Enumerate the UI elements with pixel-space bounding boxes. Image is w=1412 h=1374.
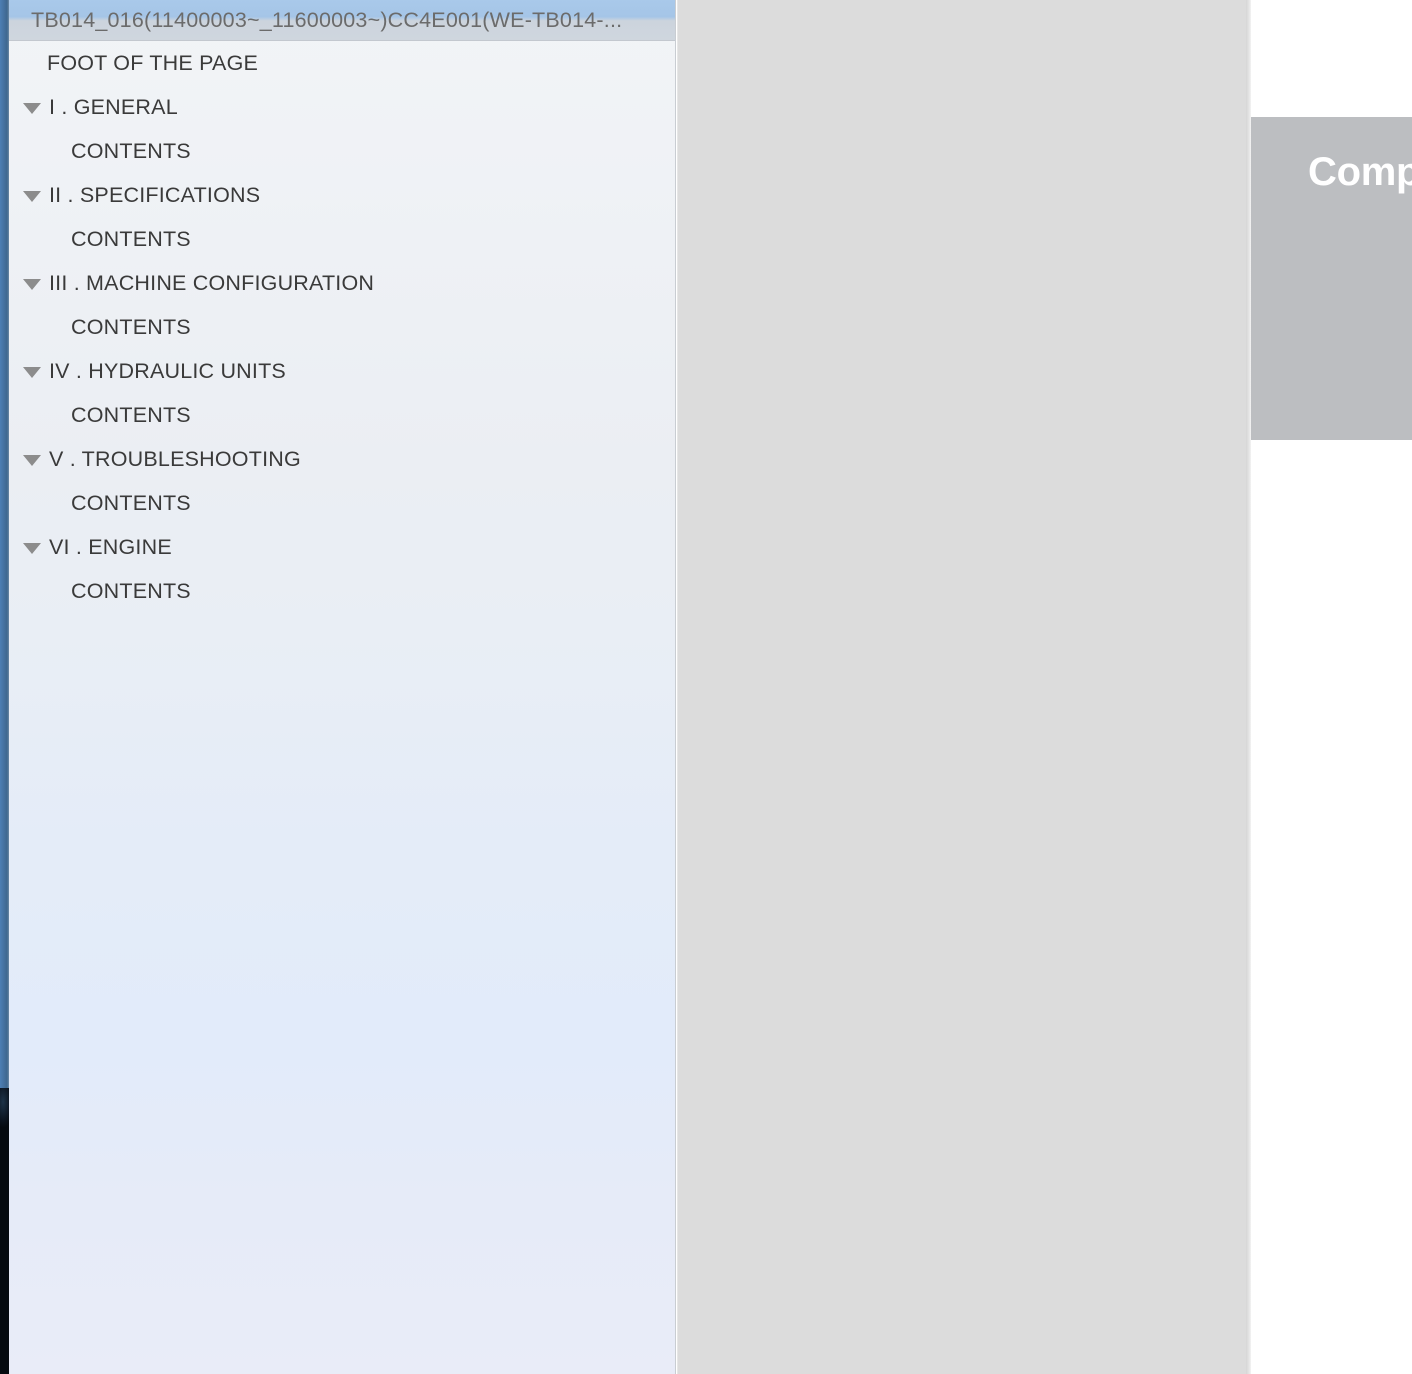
outline-item-label: II . SPECIFICATIONS <box>49 182 261 207</box>
outline-item-label: CONTENTS <box>71 490 191 515</box>
outline-item-label: CONTENTS <box>71 314 191 339</box>
document-page-viewport[interactable] <box>677 0 1246 1374</box>
outline-item-label: III . MACHINE CONFIGURATION <box>49 270 375 295</box>
outline-item-label: V . TROUBLESHOOTING <box>49 446 301 471</box>
outline-item[interactable]: CONTENTS <box>9 217 675 261</box>
desktop-wallpaper-sliver <box>0 1088 9 1374</box>
outline-item-label: VI . ENGINE <box>49 534 172 559</box>
outline-item[interactable]: CONTENTS <box>9 305 675 349</box>
application-window: TB014_016(11400003~_11600003~)CC4E001(WE… <box>0 0 1412 1374</box>
triangle-down-icon[interactable] <box>23 366 41 378</box>
triangle-down-icon[interactable] <box>23 190 41 202</box>
triangle-down-icon[interactable] <box>23 454 41 466</box>
outline-item-label: FOOT OF THE PAGE <box>47 50 259 75</box>
outline-item-label: I . GENERAL <box>49 94 178 119</box>
outline-item-label: CONTENTS <box>71 226 191 251</box>
triangle-down-icon[interactable] <box>23 542 41 554</box>
promo-card-title: Compa <box>1308 150 1412 194</box>
outline-tree[interactable]: TB014_016(11400003~_11600003~)CC4E001(WE… <box>9 0 675 613</box>
outline-item-selected[interactable]: TB014_016(11400003~_11600003~)CC4E001(WE… <box>9 0 675 41</box>
outline-item[interactable]: III . MACHINE CONFIGURATION <box>9 261 675 305</box>
outline-item[interactable]: CONTENTS <box>9 569 675 613</box>
outline-item[interactable]: CONTENTS <box>9 393 675 437</box>
right-side-panel: Compa <box>1246 0 1412 1374</box>
outline-item[interactable]: CONTENTS <box>9 129 675 173</box>
outline-item-label: TB014_016(11400003~_11600003~)CC4E001(WE… <box>31 7 623 32</box>
outline-item[interactable]: IV . HYDRAULIC UNITS <box>9 349 675 393</box>
promo-card[interactable]: Compa <box>1251 117 1412 440</box>
triangle-down-icon[interactable] <box>23 278 41 290</box>
sidebar-left-rail <box>0 0 9 1092</box>
outline-item[interactable]: FOOT OF THE PAGE <box>9 41 675 85</box>
outline-item[interactable]: II . SPECIFICATIONS <box>9 173 675 217</box>
outline-item-label: IV . HYDRAULIC UNITS <box>49 358 286 383</box>
outline-item[interactable]: CONTENTS <box>9 481 675 525</box>
triangle-down-icon[interactable] <box>23 102 41 114</box>
outline-item-label: CONTENTS <box>71 402 191 427</box>
outline-item[interactable]: VI . ENGINE <box>9 525 675 569</box>
outline-item[interactable]: V . TROUBLESHOOTING <box>9 437 675 481</box>
document-outline-sidebar[interactable]: TB014_016(11400003~_11600003~)CC4E001(WE… <box>9 0 676 1374</box>
outline-item[interactable]: I . GENERAL <box>9 85 675 129</box>
outline-item-label: CONTENTS <box>71 138 191 163</box>
outline-item-label: CONTENTS <box>71 578 191 603</box>
